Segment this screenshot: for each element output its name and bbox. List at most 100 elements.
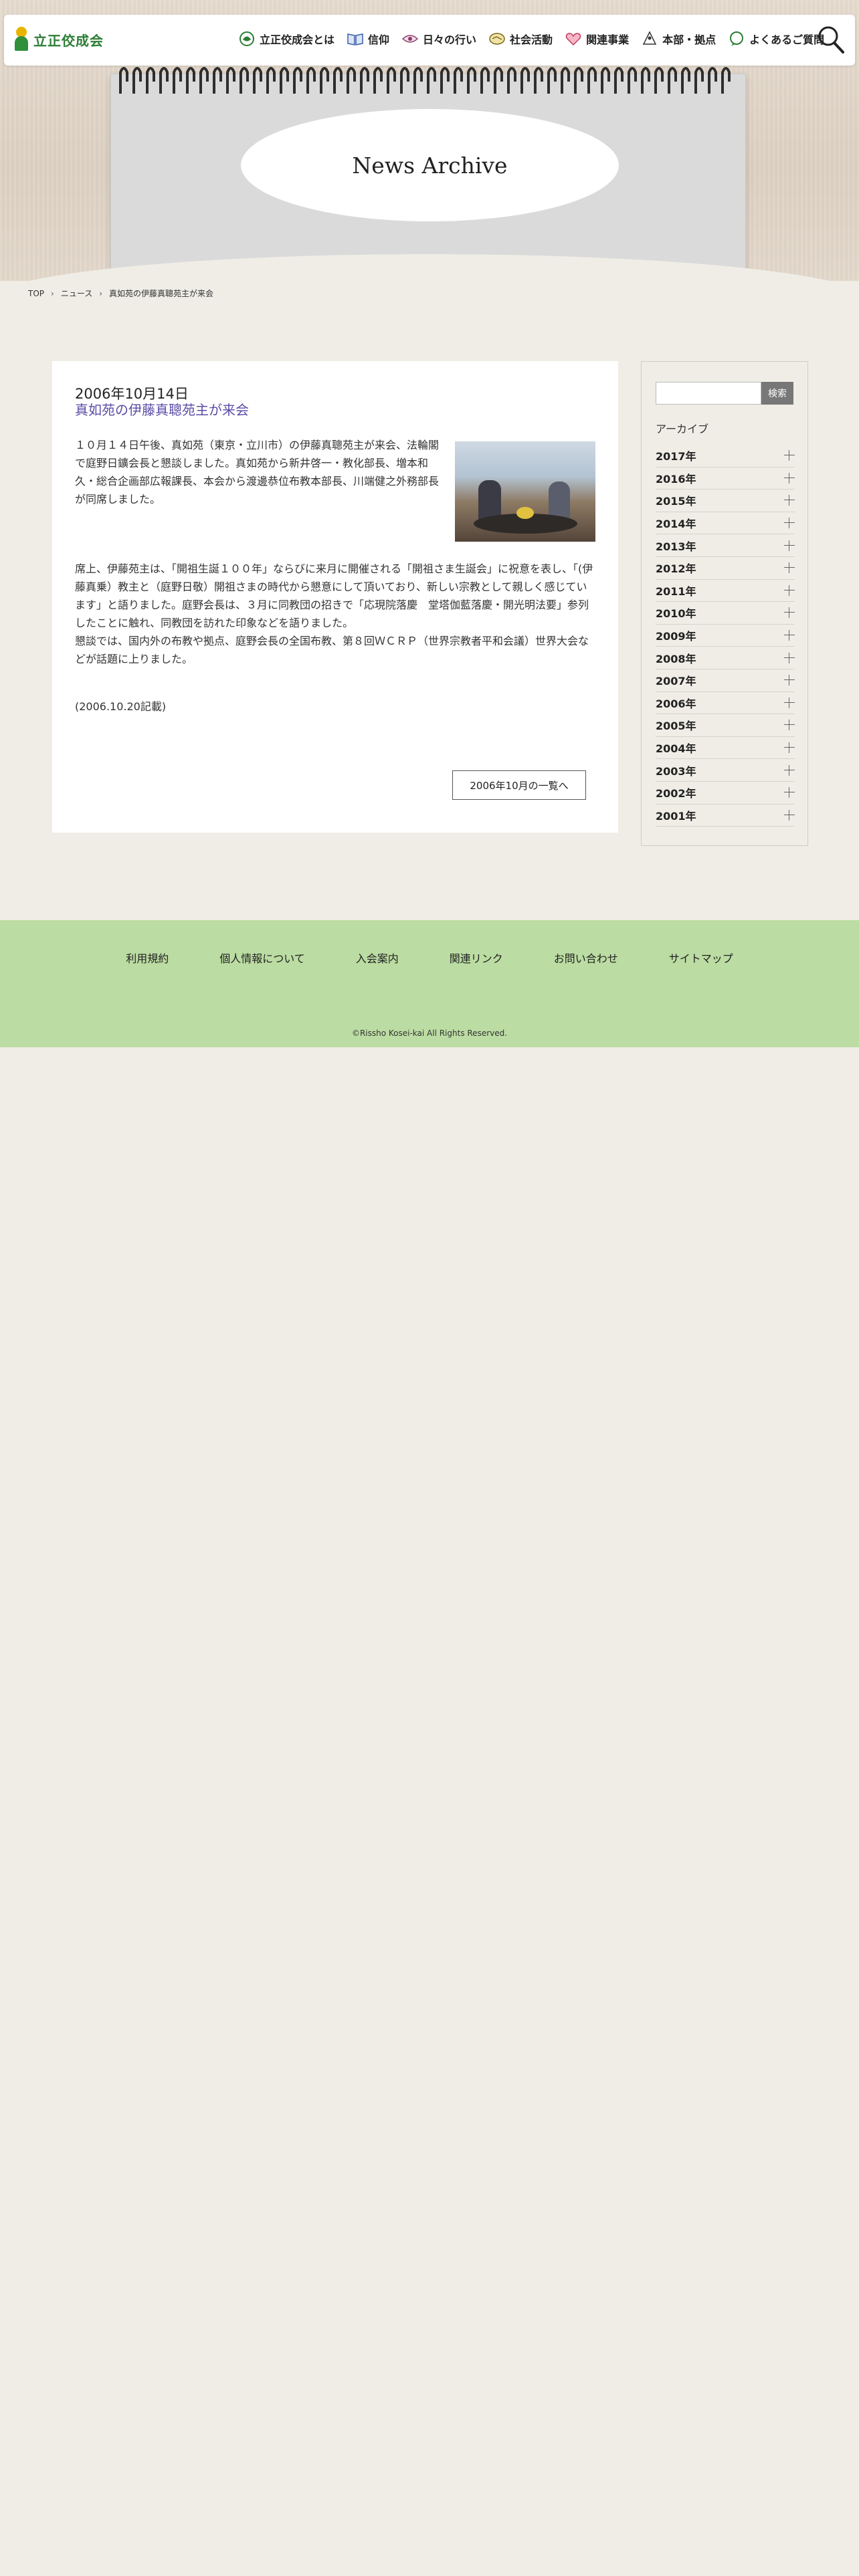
search-icon[interactable] [816, 24, 846, 55]
site-logo[interactable]: 立正佼成会 [13, 27, 104, 52]
article-paragraph-2: 席上、伊藤苑主は、「開祖生誕１００年」ならびに来月に開催される「開祖さま生誕会」… [75, 560, 597, 668]
archive-year-item[interactable]: 2003年 [656, 759, 795, 782]
hero-title-oval: News Archive [241, 109, 619, 221]
nav-item-locations[interactable]: 本部・拠点 [641, 31, 716, 47]
logo-mark-icon [13, 27, 29, 52]
site-header: 立正佼成会 立正佼成会とは 信仰 日々の行い 社会活動 関連事業 本部・拠点 よ… [4, 15, 855, 66]
archive-year-item[interactable]: 2006年 [656, 692, 795, 715]
archive-year-label: 2003年 [656, 764, 696, 778]
footer-link[interactable]: 関連リンク [450, 950, 503, 966]
main-nav: 立正佼成会とは 信仰 日々の行い 社会活動 関連事業 本部・拠点 よくあるご質問 [238, 31, 824, 47]
archive-year-label: 2015年 [656, 495, 696, 508]
archive-year-label: 2006年 [656, 697, 696, 710]
search-input[interactable] [656, 382, 761, 405]
article-title: 真如苑の伊藤真聰苑主が来会 [75, 402, 249, 418]
archive-year-label: 2002年 [656, 787, 696, 800]
book-icon [347, 33, 363, 45]
plus-icon [784, 787, 795, 798]
speech-bubble-icon [730, 31, 744, 46]
archive-year-item[interactable]: 2015年 [656, 490, 795, 512]
archive-year-item[interactable]: 2013年 [656, 534, 795, 557]
nav-item-daily[interactable]: 日々の行い [401, 31, 476, 47]
copyright: ©Rissho Kosei-kai All Rights Reserved. [351, 1029, 508, 1038]
page-title: News Archive [352, 152, 508, 179]
sidebar-search: 検索 [656, 382, 793, 405]
archive-year-item[interactable]: 2012年 [656, 557, 795, 580]
archive-year-label: 2004年 [656, 742, 696, 756]
pin-icon [642, 31, 657, 45]
nav-item-about[interactable]: 立正佼成会とは [238, 31, 335, 47]
plus-icon [784, 472, 795, 484]
breadcrumb-home[interactable]: TOP [28, 289, 44, 298]
plus-icon [784, 809, 795, 821]
footer-link[interactable]: 個人情報について [219, 950, 305, 966]
nav-item-social[interactable]: 社会活動 [488, 31, 553, 47]
archive-year-label: 2014年 [656, 518, 696, 531]
plus-icon [784, 450, 795, 461]
plus-icon [784, 584, 795, 596]
archive-year-label: 2011年 [656, 584, 696, 598]
archive-year-label: 2007年 [656, 675, 696, 688]
article-paragraph-2-line: 懇談では、国内外の布教や拠点、庭野会長の全国布教、第８回ＷＣＲＰ（世界宗教者平和… [75, 635, 589, 665]
archive-year-label: 2005年 [656, 720, 696, 733]
archive-year-item[interactable]: 2017年 [656, 445, 795, 467]
nav-item-faq[interactable]: よくあるご質問 [728, 31, 824, 47]
plus-icon [784, 540, 795, 551]
plus-icon [784, 652, 795, 663]
nav-item-faith[interactable]: 信仰 [347, 31, 389, 47]
footer-link[interactable]: 入会案内 [356, 950, 399, 966]
heart-icon [565, 33, 581, 46]
plus-icon [784, 764, 795, 776]
month-list-button[interactable]: 2006年10月の一覧へ [452, 770, 586, 800]
archive-year-label: 2016年 [656, 472, 696, 486]
archive-year-item[interactable]: 2004年 [656, 737, 795, 760]
chevron-right-icon: › [51, 288, 54, 298]
archive-year-item[interactable]: 2009年 [656, 625, 795, 647]
archive-year-item[interactable]: 2005年 [656, 714, 795, 737]
archive-year-label: 2017年 [656, 450, 696, 463]
article-card: 2006年10月14日 真如苑の伊藤真聰苑主が来会 １０月１４日午後、真如苑（東… [52, 361, 618, 833]
archive-year-label: 2010年 [656, 607, 696, 621]
plus-icon [784, 697, 795, 708]
logo-text: 立正佼成会 [33, 32, 104, 49]
plus-icon [784, 495, 795, 506]
footer-link[interactable]: お問い合わせ [554, 950, 618, 966]
plus-icon [784, 562, 795, 574]
handshake-icon [489, 33, 505, 45]
archive-year-label: 2001年 [656, 809, 696, 823]
article-photo [455, 441, 595, 542]
archive-year-item[interactable]: 2014年 [656, 512, 795, 535]
plus-icon [784, 720, 795, 731]
plus-icon [784, 675, 795, 686]
lotus-icon [240, 31, 254, 46]
breadcrumb: TOP › ニュース › 真如苑の伊藤真聰苑主が来会 [28, 288, 213, 299]
archive-year-item[interactable]: 2002年 [656, 782, 795, 804]
footer-link[interactable]: サイトマップ [669, 950, 733, 966]
breadcrumb-section[interactable]: ニュース [61, 288, 92, 299]
archive-year-list: 2017年 2016年 2015年 2014年 2013年 2012年 2011年 2010年… [656, 445, 795, 827]
breadcrumb-current: 真如苑の伊藤真聰苑主が来会 [109, 289, 214, 298]
plus-icon [784, 607, 795, 619]
archive-year-item[interactable]: 2008年 [656, 647, 795, 669]
site-footer: 利用規約 個人情報について 入会案内 関連リンク お問い合わせ サイトマップ ©Rissh… [0, 920, 859, 1047]
plus-icon [784, 518, 795, 529]
archive-year-item[interactable]: 2016年 [656, 467, 795, 490]
article-paragraph-2-line: 席上、伊藤苑主は、「開祖生誕１００年」ならびに来月に開催される「開祖さま生誕会」… [75, 562, 593, 629]
archive-year-label: 2008年 [656, 652, 696, 665]
archive-label: アーカイブ [656, 423, 709, 435]
archive-year-item[interactable]: 2001年 [656, 804, 795, 827]
chevron-right-icon: › [99, 288, 103, 298]
article-paragraph-1: １０月１４日午後、真如苑（東京・立川市）の伊藤真聰苑主が来会、法輪閣で庭野日鑛会… [75, 439, 440, 506]
search-button[interactable]: 検索 [761, 382, 793, 405]
archive-year-label: 2013年 [656, 540, 696, 553]
archive-year-item[interactable]: 2010年 [656, 602, 795, 625]
sidebar: 検索 アーカイブ 2017年 2016年 2015年 2014年 2013年 2012年 2… [641, 361, 808, 846]
plus-icon [784, 742, 795, 754]
archive-year-item[interactable]: 2007年 [656, 669, 795, 692]
archive-year-item[interactable]: 2011年 [656, 580, 795, 603]
footer-link[interactable]: 利用規約 [126, 950, 169, 966]
eye-icon [401, 35, 419, 43]
archive-year-label: 2009年 [656, 630, 696, 643]
nav-item-business[interactable]: 関連事業 [565, 31, 629, 47]
footer-links: 利用規約 個人情報について 入会案内 関連リンク お問い合わせ サイトマップ [0, 950, 859, 966]
